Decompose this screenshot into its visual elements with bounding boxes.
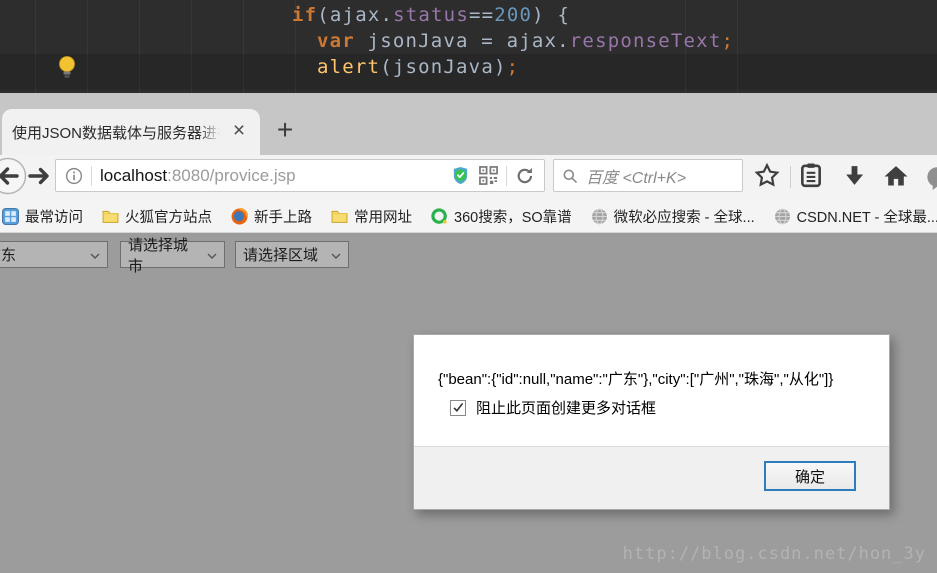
checkmark-icon	[452, 401, 465, 414]
globe-icon	[774, 208, 791, 225]
province-select[interactable]: 广东	[0, 241, 108, 268]
bookmarks-toolbar: 最常访问 火狐官方站点 新手上路 常用网址 360搜索，SO靠谱 微软必应搜索 - 全球.…	[0, 200, 937, 233]
bookmark-label: 常用网址	[354, 206, 412, 227]
district-select[interactable]: 请选择区域	[235, 241, 349, 268]
search-bar[interactable]: 百度 <Ctrl+K>	[553, 159, 743, 192]
select-value: 请选择区域	[243, 244, 318, 265]
bookmark-label: 360搜索，SO靠谱	[454, 206, 572, 227]
reload-icon[interactable]	[515, 166, 535, 186]
code-token: if	[292, 4, 317, 26]
folder-icon	[331, 208, 348, 225]
code-token: ==	[469, 4, 494, 26]
code-token: ;	[721, 30, 734, 52]
bookmark-label: 火狐官方站点	[125, 206, 212, 227]
code-line[interactable]: if(ajax.status==200) {	[292, 3, 570, 27]
ok-button[interactable]: 确定	[764, 461, 856, 491]
bookmark-item[interactable]: 新手上路	[231, 206, 312, 227]
firefox-icon	[231, 208, 248, 225]
bookmark-label: 新手上路	[254, 206, 312, 227]
prevent-dialogs-checkbox[interactable]	[450, 400, 466, 416]
downloads-icon[interactable]	[842, 163, 867, 193]
code-token: jsonJava = ajax.	[355, 30, 570, 52]
bookmark-item[interactable]: 火狐官方站点	[102, 206, 212, 227]
city-select[interactable]: 请选择城市	[120, 241, 225, 268]
bookmark-star-icon[interactable]	[754, 162, 780, 193]
tab-title: 使用JSON数据载体与服务器进行	[12, 122, 224, 142]
code-editor: if(ajax.status==200) {var jsonJava = aja…	[0, 0, 937, 93]
url-host: localhost	[100, 166, 167, 185]
bookmark-label: CSDN.NET - 全球最...	[797, 206, 937, 227]
bookmark-item[interactable]: 最常访问	[2, 206, 83, 227]
code-token: responseText	[570, 30, 722, 52]
chevron-down-icon	[331, 246, 341, 263]
code-token: (ajax.	[317, 4, 393, 26]
urlbar-separator	[506, 166, 507, 186]
bookmark-item[interactable]: 常用网址	[331, 206, 412, 227]
chevron-down-icon	[90, 246, 100, 263]
alert-dialog: {"bean":{"id":null,"name":"广东"},"city":[…	[413, 334, 890, 510]
url-path: :8080/provice.jsp	[167, 166, 296, 185]
qr-code-icon[interactable]	[479, 166, 498, 185]
new-tab-button[interactable]: +	[268, 113, 302, 149]
code-token: ;	[507, 56, 520, 78]
s360-icon	[431, 208, 448, 225]
select-value: 请选择城市	[128, 234, 199, 276]
page-content-dimmed: 广东请选择城市请选择区域 {"bean":{"id":null,"name":"…	[0, 233, 937, 573]
bookmark-label: 微软必应搜索 - 全球...	[614, 206, 755, 227]
intention-bulb-icon[interactable]	[57, 55, 77, 81]
search-icon	[562, 168, 578, 184]
code-token: var	[317, 30, 355, 52]
back-button[interactable]	[0, 156, 28, 201]
alert-message: {"bean":{"id":null,"name":"广东"},"city":[…	[438, 368, 833, 389]
share-person-icon[interactable]	[924, 164, 937, 195]
bookmarks-menu-icon[interactable]	[798, 162, 824, 193]
tab-bar: 使用JSON数据载体与服务器进行 × +	[0, 93, 937, 155]
code-line[interactable]: var jsonJava = ajax.responseText;	[317, 29, 734, 53]
bookmark-item[interactable]: 360搜索，SO靠谱	[431, 206, 572, 227]
browser-window: if(ajax.status==200) {var jsonJava = aja…	[0, 0, 937, 573]
globe-icon	[591, 208, 608, 225]
code-token: ) {	[532, 4, 570, 26]
bookmark-label: 最常访问	[25, 206, 83, 227]
code-token: alert	[317, 56, 380, 78]
code-token: status	[393, 4, 469, 26]
bookmark-item[interactable]: CSDN.NET - 全球最...	[774, 206, 937, 227]
prevent-dialogs-row[interactable]: 阻止此页面创建更多对话框	[450, 397, 656, 418]
dialog-footer: 确定	[414, 446, 889, 509]
toolbar-separator	[790, 166, 791, 188]
urlbar-separator	[91, 166, 92, 186]
chevron-down-icon	[207, 246, 217, 263]
browser-tab[interactable]: 使用JSON数据载体与服务器进行 ×	[2, 109, 260, 155]
forward-button[interactable]	[27, 164, 51, 193]
url-text[interactable]: localhost:8080/provice.jsp	[100, 166, 451, 186]
navigation-toolbar: localhost:8080/provice.jsp 百度 <Ctrl+K>	[0, 155, 937, 200]
tab-close-icon[interactable]: ×	[228, 117, 250, 145]
code-line[interactable]: alert(jsonJava);	[317, 55, 519, 79]
security-shield-icon[interactable]	[451, 166, 470, 185]
folder-icon	[102, 208, 119, 225]
prevent-dialogs-label: 阻止此页面创建更多对话框	[476, 397, 656, 418]
site-info-icon[interactable]	[65, 167, 83, 185]
select-value: 广东	[0, 244, 16, 265]
code-token: 200	[494, 4, 532, 26]
url-bar[interactable]: localhost:8080/provice.jsp	[55, 159, 545, 192]
watermark-text: http://blog.csdn.net/hon_3y	[623, 544, 926, 564]
grid-icon	[2, 208, 19, 225]
bookmark-item[interactable]: 微软必应搜索 - 全球...	[591, 206, 755, 227]
tab-title-fade	[198, 119, 226, 145]
search-placeholder: 百度 <Ctrl+K>	[586, 164, 686, 188]
code-token: (jsonJava)	[380, 56, 506, 78]
home-icon[interactable]	[883, 163, 909, 193]
